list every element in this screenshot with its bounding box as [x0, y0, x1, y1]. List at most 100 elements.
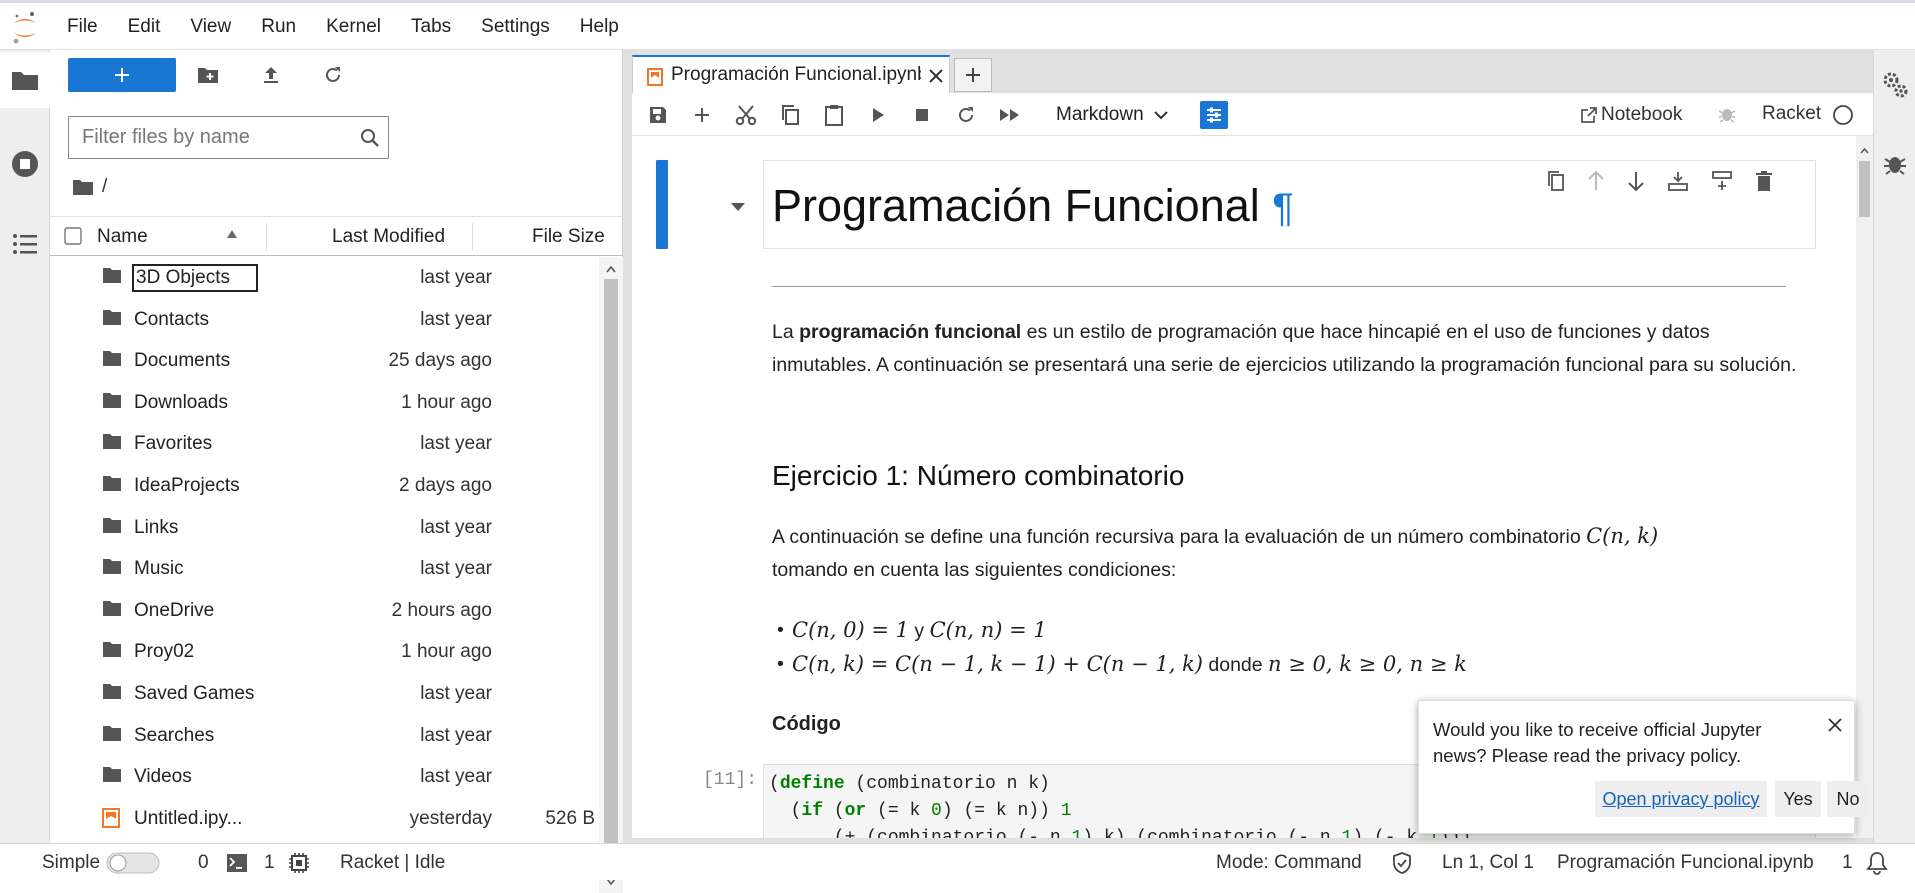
- folder-icon: [102, 309, 122, 326]
- file-name: Searches: [134, 724, 215, 746]
- interrupt-button[interactable]: [908, 101, 936, 129]
- cell-type-value: Markdown: [1056, 104, 1144, 125]
- tab-label: Programación Funcional.ipynb: [671, 64, 921, 85]
- file-row[interactable]: Music last year: [50, 548, 599, 589]
- simple-mode-toggle[interactable]: [106, 852, 160, 874]
- column-file-size[interactable]: File Size: [532, 226, 605, 248]
- no-button[interactable]: No: [1827, 781, 1869, 817]
- run-button[interactable]: [864, 101, 892, 129]
- upload-button[interactable]: [251, 58, 291, 92]
- codigo-label: Código: [772, 713, 841, 735]
- column-last-modified[interactable]: Last Modified: [332, 226, 445, 248]
- file-row[interactable]: Proy02 1 hour ago: [50, 631, 599, 672]
- code-line: (define (combinatorio n k): [769, 774, 1050, 794]
- file-row[interactable]: Saved Games last year: [50, 673, 599, 714]
- restart-run-all-button[interactable]: [996, 101, 1024, 129]
- execution-count-prompt: [11]:: [702, 770, 757, 790]
- delete-cell-icon[interactable]: [1755, 170, 1773, 192]
- property-inspector-button[interactable]: [1200, 101, 1228, 129]
- new-folder-button[interactable]: [188, 58, 228, 92]
- collapse-heading-icon[interactable]: [730, 202, 746, 212]
- debugger-tab[interactable]: [1883, 150, 1907, 176]
- play-icon: [871, 107, 885, 123]
- move-up-icon[interactable]: [1587, 170, 1605, 192]
- kernel-status[interactable]: Racket | Idle: [340, 852, 445, 874]
- kernel-status-icon: [1832, 104, 1854, 126]
- menu-edit[interactable]: Edit: [113, 16, 176, 38]
- kernels-count[interactable]: 1: [264, 852, 275, 874]
- file-name: Contacts: [134, 308, 209, 330]
- copy-button[interactable]: [776, 101, 804, 129]
- menu-settings[interactable]: Settings: [466, 16, 565, 38]
- intro-paragraph: La programación funcional es un estilo d…: [772, 316, 1802, 382]
- file-list-scrollbar[interactable]: [599, 257, 623, 893]
- filter-files-input[interactable]: [69, 117, 349, 158]
- menu-help[interactable]: Help: [565, 16, 634, 38]
- bell-icon[interactable]: [1866, 851, 1888, 875]
- file-row[interactable]: Favorites last year: [50, 423, 599, 464]
- table-of-contents-tab[interactable]: [0, 216, 50, 272]
- menu-view[interactable]: View: [175, 16, 246, 38]
- save-button[interactable]: [644, 101, 672, 129]
- menu-run[interactable]: Run: [246, 16, 311, 38]
- simple-mode-label: Simple: [42, 852, 101, 873]
- paste-button[interactable]: [820, 101, 848, 129]
- file-row[interactable]: IdeaProjects 2 days ago: [50, 465, 599, 506]
- shield-check-icon[interactable]: [1392, 852, 1412, 874]
- cut-button[interactable]: [732, 101, 760, 129]
- terminals-count[interactable]: 0: [198, 852, 209, 874]
- folder-icon: [102, 392, 122, 409]
- file-browser-tab[interactable]: [0, 52, 50, 108]
- upload-icon: [262, 66, 280, 84]
- notebook-tab[interactable]: Programación Funcional.ipynb: [632, 55, 950, 93]
- refresh-button[interactable]: [313, 58, 353, 92]
- file-last-modified: last year: [420, 516, 492, 538]
- insert-below-icon[interactable]: [1711, 170, 1733, 192]
- file-last-modified: last year: [420, 766, 492, 788]
- file-row[interactable]: Downloads 1 hour ago: [50, 382, 599, 423]
- insert-cell-button[interactable]: [688, 101, 716, 129]
- new-launcher-button[interactable]: [68, 58, 176, 92]
- menu-file[interactable]: File: [52, 16, 113, 38]
- file-row[interactable]: Videos last year: [50, 756, 599, 797]
- open-in-notebook-button[interactable]: Notebook: [1580, 101, 1682, 129]
- close-icon[interactable]: [1827, 717, 1843, 733]
- new-tab-button[interactable]: [954, 58, 992, 92]
- select-all-checkbox[interactable]: [64, 227, 82, 245]
- debugger-toggle[interactable]: [1717, 104, 1737, 124]
- file-row[interactable]: 3D Objects last year: [50, 257, 599, 298]
- cell-type-select[interactable]: Markdown: [1056, 101, 1168, 129]
- chevron-down-icon: [1153, 110, 1168, 120]
- yes-button[interactable]: Yes: [1775, 781, 1821, 817]
- home-folder-icon[interactable]: [72, 178, 94, 196]
- property-inspector-tab[interactable]: [1882, 70, 1908, 100]
- column-name[interactable]: Name: [97, 226, 148, 248]
- duplicate-cell-icon[interactable]: [1547, 170, 1565, 192]
- file-row[interactable]: Documents 25 days ago: [50, 340, 599, 381]
- command-mode: Mode: Command: [1216, 852, 1362, 873]
- notebook-scrollbar[interactable]: [1856, 136, 1873, 838]
- stop-icon: [915, 108, 929, 122]
- file-row[interactable]: OneDrive 2 hours ago: [50, 590, 599, 631]
- close-tab-icon[interactable]: [928, 68, 944, 84]
- breadcrumb-root[interactable]: /: [102, 176, 107, 198]
- move-down-icon[interactable]: [1627, 170, 1645, 192]
- menu-tabs[interactable]: Tabs: [396, 16, 466, 38]
- kernel-name[interactable]: Racket: [1762, 103, 1821, 125]
- file-row[interactable]: Untitled.ipy... yesterday 526 B: [50, 798, 599, 839]
- file-name: IdeaProjects: [134, 475, 240, 496]
- insert-above-icon[interactable]: [1667, 170, 1689, 192]
- cursor-position[interactable]: Ln 1, Col 1: [1442, 852, 1534, 874]
- running-sessions-tab[interactable]: [0, 136, 50, 192]
- file-row[interactable]: Links last year: [50, 507, 599, 548]
- open-privacy-policy-link[interactable]: Open privacy policy: [1595, 781, 1767, 817]
- save-icon: [648, 105, 668, 125]
- restart-button[interactable]: [952, 101, 980, 129]
- plus-icon: [694, 107, 710, 123]
- file-row[interactable]: Contacts last year: [50, 299, 599, 340]
- refresh-icon: [956, 105, 976, 125]
- menu-kernel[interactable]: Kernel: [311, 16, 396, 38]
- file-row[interactable]: Searches last year: [50, 715, 599, 756]
- file-name: 3D Objects: [132, 264, 258, 292]
- anchor-link[interactable]: ¶: [1272, 186, 1293, 230]
